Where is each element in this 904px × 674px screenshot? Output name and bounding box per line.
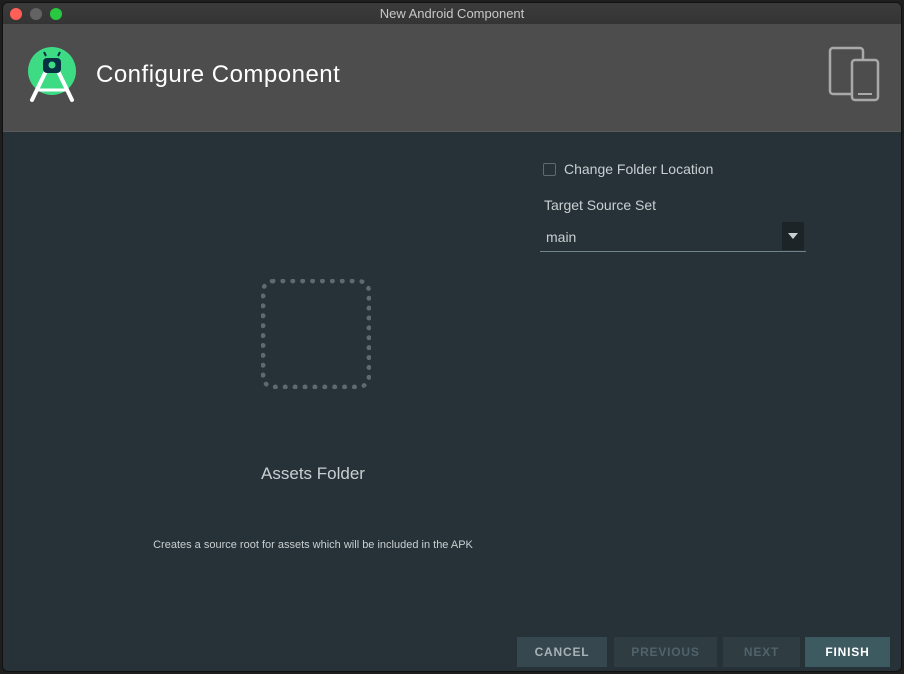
component-description: Creates a source root for assets which w… bbox=[153, 539, 473, 551]
dropdown-triangle-icon bbox=[788, 233, 798, 239]
change-folder-location-label: Change Folder Location bbox=[564, 161, 714, 177]
component-name: Assets Folder bbox=[261, 464, 365, 483]
next-button[interactable]: NEXT bbox=[723, 637, 800, 667]
dialog-content: Assets Folder Creates a source root for … bbox=[3, 132, 901, 671]
previous-button[interactable]: PREVIOUS bbox=[614, 637, 717, 667]
finish-button[interactable]: FINISH bbox=[805, 637, 890, 667]
dotted-square-placeholder-icon bbox=[261, 279, 371, 389]
android-studio-logo-icon bbox=[28, 47, 76, 102]
chevron-down-icon[interactable] bbox=[782, 222, 804, 250]
target-source-set-label: Target Source Set bbox=[544, 197, 657, 213]
change-folder-location-option[interactable]: Change Folder Location bbox=[543, 161, 713, 177]
cancel-button[interactable]: CANCEL bbox=[517, 637, 607, 667]
target-source-set-value: main bbox=[546, 229, 577, 245]
tablet-phone-icon bbox=[828, 46, 880, 102]
new-android-component-dialog: New Android Component Configure Componen… bbox=[2, 2, 902, 672]
page-title: Configure Component bbox=[96, 61, 341, 88]
title-bar: New Android Component bbox=[3, 3, 901, 25]
dialog-header: Configure Component bbox=[3, 24, 901, 132]
window-title: New Android Component bbox=[379, 6, 525, 21]
change-folder-location-checkbox[interactable] bbox=[543, 162, 556, 176]
target-source-set-dropdown[interactable]: main bbox=[540, 220, 806, 252]
